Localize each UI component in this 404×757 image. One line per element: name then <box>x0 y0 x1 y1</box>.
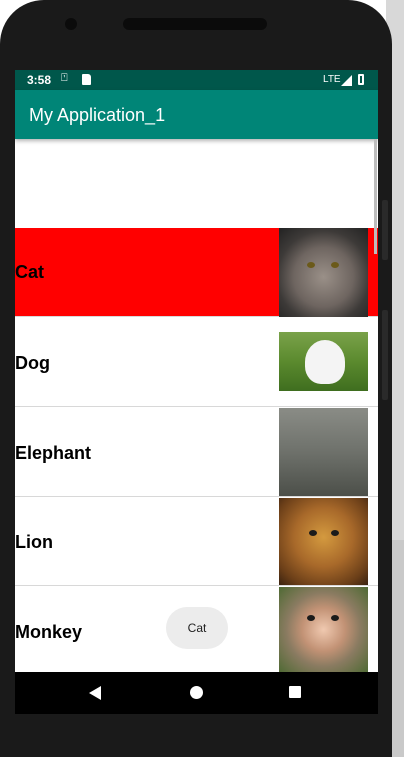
battery-icon <box>358 74 364 85</box>
recents-icon[interactable] <box>289 686 301 698</box>
cat-eye <box>331 262 339 268</box>
signal-icon <box>341 75 352 86</box>
volume-button[interactable] <box>382 200 388 260</box>
dog-figure <box>305 340 345 384</box>
earpiece-speaker <box>123 18 267 30</box>
list-scrollbar[interactable] <box>374 139 377 254</box>
list-item-cat[interactable]: Cat <box>15 228 378 317</box>
lion-eye <box>309 530 317 536</box>
back-icon[interactable] <box>89 686 101 700</box>
list-item-dog[interactable]: Dog <box>15 317 378 407</box>
elephant-image <box>279 408 368 496</box>
animal-list[interactable]: Cat Dog Elephant Lion Monkey <box>15 139 378 672</box>
sim-icon: ⍞ <box>61 72 68 84</box>
cat-eye <box>307 262 315 268</box>
list-item-lion[interactable]: Lion <box>15 497 378 586</box>
list-item-label: Elephant <box>15 443 92 463</box>
cat-image <box>279 228 368 317</box>
app-bar: My Application_1 <box>15 90 378 139</box>
list-item-label: Cat <box>15 262 45 282</box>
list-item-label: Dog <box>15 353 50 373</box>
dog-image <box>279 332 368 391</box>
status-bar: 3:58 ⍞ LTE <box>15 70 378 90</box>
status-time: 3:58 <box>27 73 52 87</box>
monkey-image <box>279 587 368 672</box>
power-button[interactable] <box>382 310 388 400</box>
network-type: LTE <box>323 74 341 85</box>
list-item-label: Lion <box>15 532 53 552</box>
lion-eye <box>331 530 339 536</box>
toast-message: Cat <box>166 607 228 649</box>
list-item-elephant[interactable]: Elephant <box>15 407 378 497</box>
front-camera <box>65 18 77 30</box>
navigation-bar <box>15 672 378 714</box>
phone-frame: 3:58 ⍞ LTE My Application_1 Cat Dog Elep… <box>0 0 392 757</box>
device-screen: 3:58 ⍞ LTE My Application_1 Cat Dog Elep… <box>15 70 378 714</box>
monkey-eye <box>307 615 315 621</box>
monkey-eye <box>331 615 339 621</box>
sd-card-icon <box>82 74 91 85</box>
home-icon[interactable] <box>190 686 203 699</box>
app-title: My Application_1 <box>29 105 166 125</box>
list-item-label: Monkey <box>15 622 83 642</box>
lion-image <box>279 498 368 585</box>
